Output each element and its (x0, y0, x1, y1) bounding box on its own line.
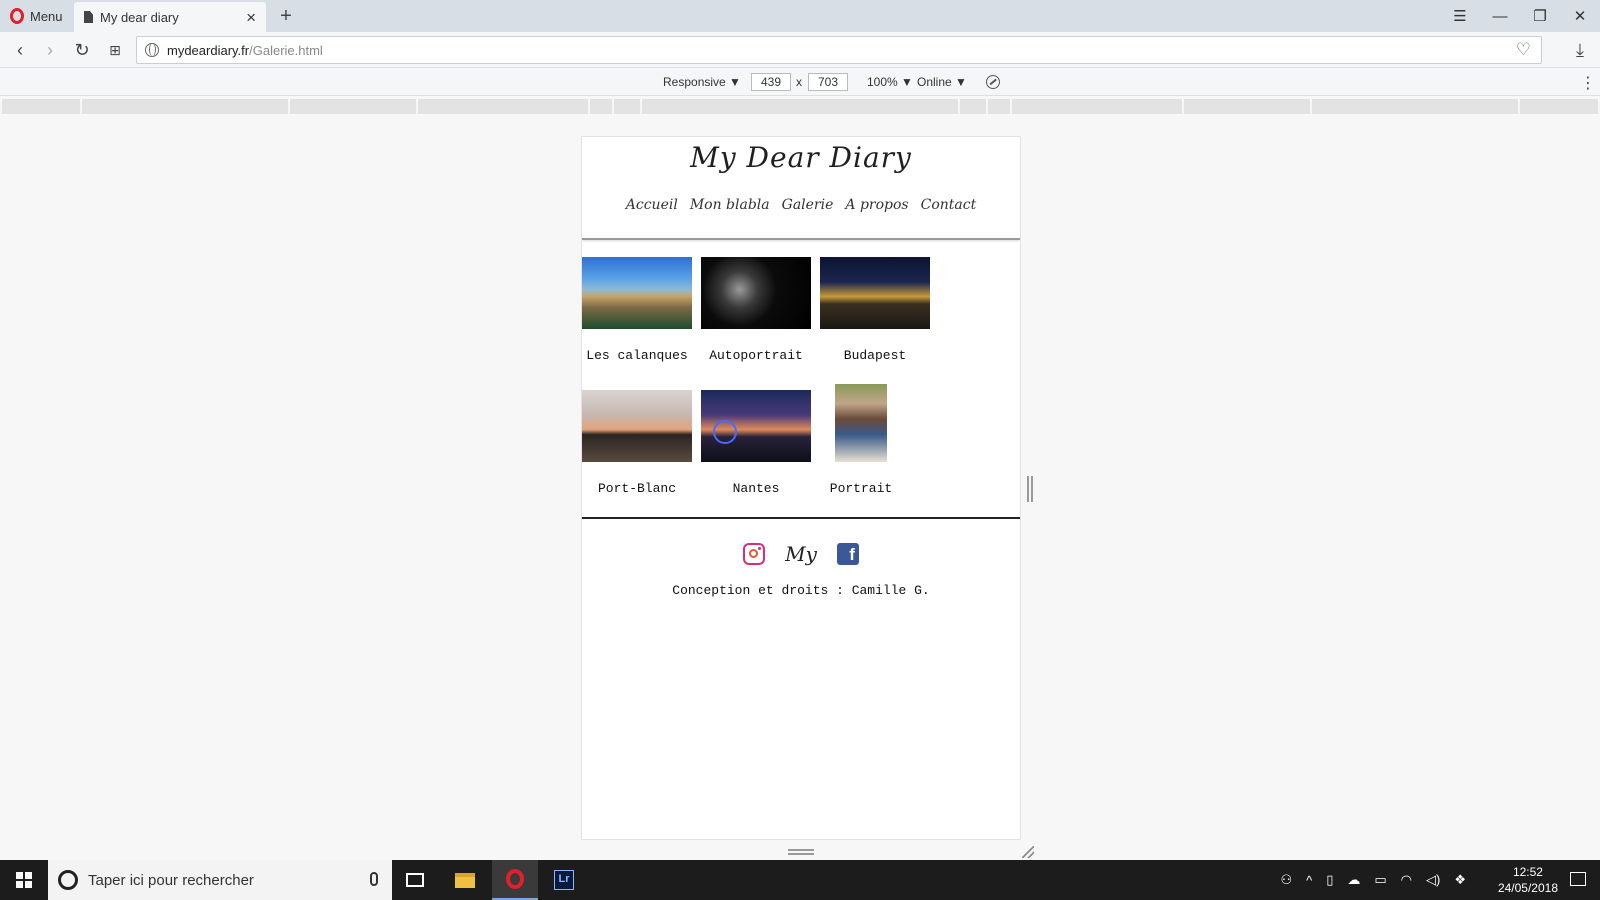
gallery-caption: Les calanques (586, 348, 688, 363)
url-path: /Galerie.html (249, 42, 323, 58)
speed-dial-icon[interactable]: ⊞ (103, 38, 127, 62)
viewport-height-input[interactable]: 703 (808, 73, 848, 91)
port-blanc-thumbnail[interactable] (582, 390, 692, 462)
dropbox-icon[interactable]: ❖ (1454, 872, 1466, 888)
globe-icon (145, 43, 159, 57)
viewport-width-input[interactable]: 439 (751, 73, 791, 91)
gallery-caption: Portrait (829, 481, 893, 496)
tab-menu-icon[interactable]: ☰ (1440, 0, 1480, 32)
lightroom-taskbar-button[interactable]: Lr (541, 860, 587, 900)
taskbar-search[interactable]: Taper ici pour rechercher (48, 860, 392, 900)
lightroom-icon: Lr (554, 870, 574, 890)
microphone-icon[interactable] (370, 872, 378, 886)
file-explorer-button[interactable] (442, 860, 488, 900)
gallery-item[interactable]: Les calanques (582, 257, 692, 363)
gallery-item[interactable]: Port-Blanc (582, 390, 692, 496)
windows-taskbar: Taper ici pour rechercher Lr ⚇ ^ ▯ ☁ ▭ ◠… (0, 860, 1600, 900)
gallery-caption: Port-Blanc (597, 481, 676, 496)
minimize-button[interactable]: — (1480, 0, 1520, 32)
resize-corner-handle[interactable] (1022, 846, 1034, 858)
gallery-item[interactable]: Budapest (820, 257, 930, 363)
clock-time: 12:52 (1512, 865, 1543, 879)
autoportrait-thumbnail[interactable] (701, 257, 811, 329)
task-view-button[interactable] (392, 860, 438, 900)
usb-icon[interactable]: ▯ (1326, 872, 1333, 888)
device-toolbar: Responsive ▼ 439 x 703 100% ▼ Online ▼ ⋮ (0, 69, 1600, 96)
more-options-icon[interactable]: ⋮ (1580, 73, 1596, 93)
calanques-thumbnail[interactable] (582, 257, 692, 329)
menu-label: Menu (30, 8, 63, 24)
monogram-logo[interactable]: My (785, 542, 817, 566)
gallery-caption: Autoportrait (709, 348, 803, 363)
wifi-icon[interactable]: ◠ (1401, 872, 1412, 888)
search-placeholder: Taper ici pour rechercher (88, 871, 254, 889)
site-nav: Accueil Mon blabla Galerie A propos Cont… (582, 197, 1020, 213)
battery-icon[interactable]: ▭ (1374, 872, 1386, 888)
site-header: My Dear Diary Accueil Mon blabla Galerie… (582, 137, 1020, 240)
instagram-icon[interactable] (743, 543, 766, 565)
onedrive-icon[interactable]: ☁ (1347, 872, 1360, 888)
gallery-item[interactable]: Autoportrait (701, 257, 811, 363)
url-field[interactable]: mydeardiary.fr/Galerie.html ♡ (136, 36, 1542, 64)
resize-width-handle[interactable] (1027, 476, 1033, 502)
people-icon[interactable]: ⚇ (1280, 872, 1292, 888)
rotate-icon[interactable] (986, 75, 1000, 89)
portrait-thumbnail[interactable] (835, 384, 887, 462)
site-logo[interactable]: My Dear Diary (582, 137, 1020, 187)
network-select[interactable]: Online ▼ (917, 74, 967, 91)
close-tab-icon[interactable]: × (246, 9, 256, 26)
nav-mon-blabla[interactable]: Mon blabla (690, 197, 770, 213)
credits-text: Conception et droits : Camille G. (672, 583, 930, 598)
gallery-item[interactable]: Portrait (816, 384, 906, 496)
gallery-item[interactable]: Nantes (701, 390, 811, 496)
gallery-caption: Nantes (732, 481, 780, 496)
nav-galerie[interactable]: Galerie (782, 197, 834, 213)
forward-button[interactable]: › (38, 38, 62, 62)
clock-date: 24/05/2018 (1497, 881, 1558, 895)
document-icon (84, 11, 93, 23)
site-footer: My f Conception et droits : Camille G. (582, 519, 1020, 598)
window-controls: ☰ — ❐ ✕ (1440, 0, 1600, 32)
tab-title: My dear diary (100, 9, 179, 25)
facebook-icon[interactable]: f (836, 543, 859, 565)
opera-icon (506, 869, 524, 889)
taskbar-clock[interactable]: 12:52 24/05/2018 (1498, 864, 1558, 896)
new-tab-button[interactable]: + (275, 4, 297, 28)
social-links: My f (582, 539, 1020, 569)
device-select[interactable]: Responsive ▼ (663, 74, 741, 91)
budapest-thumbnail[interactable] (820, 257, 930, 329)
reload-button[interactable]: ↻ (70, 38, 94, 62)
close-window-button[interactable]: ✕ (1560, 0, 1600, 32)
bookmark-heart-icon[interactable]: ♡ (1516, 40, 1531, 60)
restore-button[interactable]: ❐ (1520, 0, 1560, 32)
resize-height-handle[interactable] (788, 849, 814, 855)
windows-logo-icon (16, 872, 32, 888)
opera-menu-button[interactable]: Menu (0, 0, 74, 32)
url-host: mydeardiary.fr (167, 42, 250, 58)
nav-accueil[interactable]: Accueil (626, 197, 678, 213)
cortana-icon (58, 870, 78, 890)
zoom-select[interactable]: 100% ▼ (867, 74, 913, 91)
opera-logo-icon (10, 8, 24, 24)
dimension-separator: x (796, 75, 802, 89)
download-icon[interactable]: ⤓ (1568, 38, 1592, 62)
address-bar-row: ‹ › ↻ ⊞ mydeardiary.fr/Galerie.html ♡ ⤓ (0, 32, 1600, 68)
nav-contact[interactable]: Contact (921, 197, 977, 213)
gallery-caption: Budapest (843, 348, 907, 363)
browser-tab[interactable]: My dear diary × (74, 2, 266, 32)
photo-gallery: Les calanques Autoportrait Budapest Port… (582, 240, 1020, 517)
browser-tab-bar: Menu My dear diary × + ☰ — ❐ ✕ (0, 0, 1600, 32)
back-button[interactable]: ‹ (8, 38, 32, 62)
page-viewport: My Dear Diary Accueil Mon blabla Galerie… (581, 136, 1021, 840)
volume-icon[interactable]: ◁) (1426, 872, 1440, 888)
notification-center-icon[interactable] (1570, 872, 1586, 886)
opera-taskbar-button[interactable] (492, 860, 538, 900)
task-view-icon (406, 873, 424, 887)
chevron-up-icon[interactable]: ^ (1306, 873, 1312, 888)
media-query-bar (0, 99, 1600, 114)
nantes-thumbnail[interactable] (701, 390, 811, 462)
nav-a-propos[interactable]: A propos (845, 197, 908, 213)
folder-icon (455, 872, 475, 888)
start-button[interactable] (0, 860, 48, 900)
